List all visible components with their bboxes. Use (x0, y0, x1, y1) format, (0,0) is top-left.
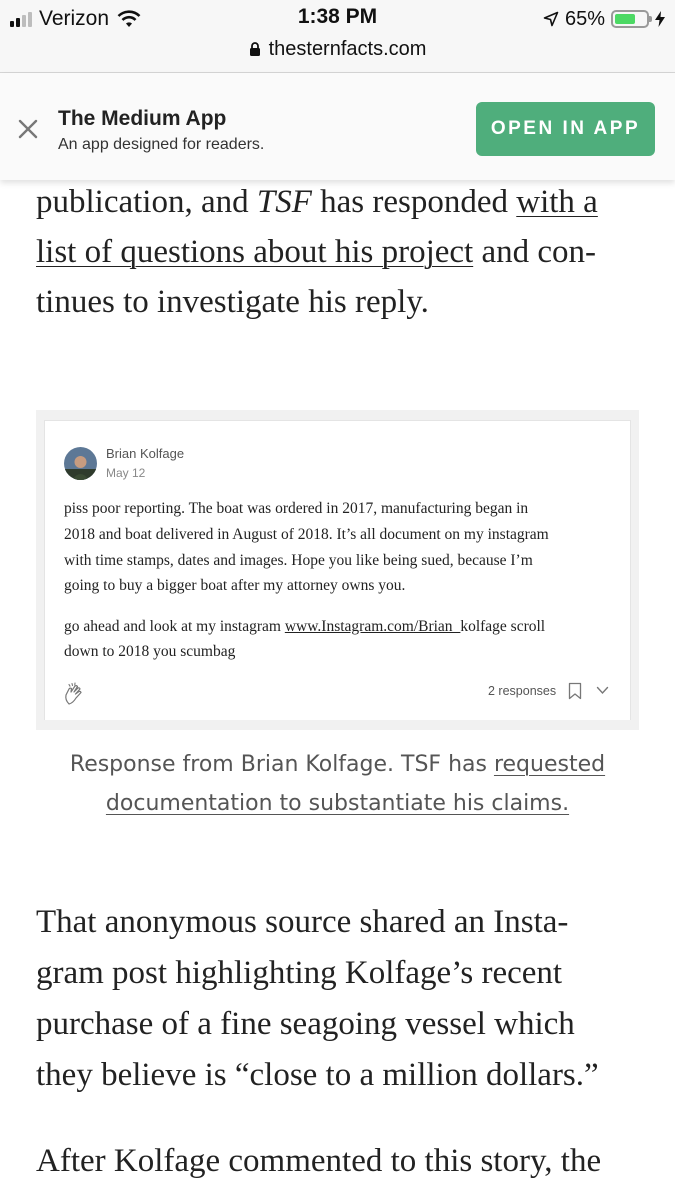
battery-fill (615, 14, 635, 24)
text-run: kolfage scroll (460, 618, 546, 635)
questions-link[interactable]: with a (516, 184, 598, 220)
banner-app-name: The Medium App (58, 107, 227, 130)
app-banner: The Medium App An app designed for reade… (0, 73, 675, 180)
paragraph-line: That anonymous source shared an Insta- (36, 904, 569, 940)
response-text-line: down to 2018 you scumbag (64, 643, 236, 660)
status-right: 65% (543, 7, 665, 31)
close-icon[interactable] (17, 118, 39, 140)
response-text-line: go ahead and look at my instagram www.In… (64, 618, 545, 636)
response-card[interactable] (44, 420, 631, 720)
text-run: has responded (311, 184, 517, 220)
figure-caption: documentation to substantiate his claims… (0, 791, 675, 816)
response-text-line: going to buy a bigger boat after my atto… (64, 577, 406, 594)
paragraph-line: they believe is “close to a million doll… (36, 1057, 599, 1093)
response-text-line: with time stamps, dates and images. Hope… (64, 552, 533, 569)
bookmark-icon[interactable] (568, 682, 582, 700)
paragraph-line: gram post highlighting Kolfage’s recent (36, 955, 563, 991)
documentation-link[interactable]: requested (494, 752, 605, 777)
text-run: Response from Brian Kolfage. TSF has (69, 752, 494, 777)
response-text-line: 2018 and boat delivered in August of 201… (64, 526, 549, 543)
documentation-link[interactable]: documentation to substantiate his claims… (106, 791, 569, 816)
paragraph-line: After Kolfage commented to this story, t… (36, 1143, 602, 1179)
open-in-app-button[interactable]: OPEN IN APP (476, 102, 655, 156)
url-text[interactable]: thesternfacts.com (269, 38, 427, 61)
chevron-down-icon[interactable] (596, 686, 609, 695)
figure-caption: Response from Brian Kolfage. TSF has req… (0, 752, 675, 777)
text-run: go ahead and look at my instagram (64, 618, 285, 635)
italic-text: TSF (256, 184, 312, 220)
address-bar[interactable]: thesternfacts.com (0, 36, 675, 62)
battery-percent: 65% (564, 7, 605, 30)
text-run: publication, and (36, 184, 257, 220)
text-run: and con- (473, 234, 596, 270)
paragraph-line: publication, and TSF has responded with … (36, 184, 598, 221)
instagram-link[interactable]: www.Instagram.com/Brian_ (285, 618, 460, 635)
paragraph-line: tinues to investigate his reply. (36, 284, 429, 320)
response-text-line: piss poor reporting. The boat was ordere… (64, 500, 529, 517)
response-date: May 12 (106, 466, 146, 480)
response-author[interactable]: Brian Kolfage (106, 446, 184, 461)
responses-count[interactable]: 2 responses (488, 684, 556, 698)
banner-tagline: An app designed for readers. (58, 136, 265, 153)
lock-icon (249, 42, 260, 56)
location-arrow-icon (543, 11, 559, 27)
paragraph-line: list of questions about his project and … (36, 234, 596, 271)
paragraph-line: purchase of a fine seagoing vessel which (36, 1006, 575, 1042)
status-bar: Verizon 1:38 PM 65% thesternfacts.com (0, 0, 675, 73)
charging-bolt-icon (655, 11, 665, 27)
questions-link[interactable]: list of questions about his project (36, 234, 473, 270)
battery-icon (611, 10, 652, 28)
author-avatar[interactable] (64, 447, 97, 480)
clap-icon[interactable] (63, 682, 87, 706)
